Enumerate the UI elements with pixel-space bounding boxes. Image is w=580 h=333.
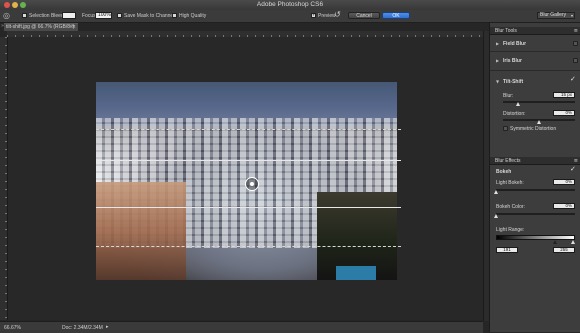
divider xyxy=(490,70,580,71)
cliff-left-region xyxy=(96,182,186,280)
light-range-max-knob[interactable] xyxy=(571,240,575,244)
blur-gallery-tool-icon[interactable]: ◎ xyxy=(3,11,10,20)
high-quality-label: High Quality xyxy=(179,13,207,19)
tilt-shift-focus-line-bottom[interactable] xyxy=(96,207,401,208)
tilt-shift-label: Tilt-Shift xyxy=(503,79,524,85)
light-range-min-field[interactable]: 191 xyxy=(496,247,518,253)
selection-bleed-checkbox[interactable] xyxy=(22,13,27,18)
bokeh-label: Bokeh xyxy=(496,169,512,175)
status-arrow-icon[interactable]: ▸ xyxy=(106,324,109,330)
tilt-shift-checkmark-icon[interactable]: ✓ xyxy=(570,75,576,83)
bokeh-color-label: Bokeh Color: xyxy=(496,204,525,210)
light-bokeh-slider-knob[interactable] xyxy=(493,190,498,194)
save-mask-checkbox[interactable] xyxy=(117,13,122,18)
iris-blur-row[interactable]: ▶ Iris Blur xyxy=(490,54,580,66)
expand-triangle-icon[interactable]: ▶ xyxy=(496,58,499,63)
tilt-shift-feather-line-top[interactable] xyxy=(96,129,401,130)
selection-bleed-field[interactable] xyxy=(62,12,76,19)
light-bokeh-slider[interactable] xyxy=(496,189,575,191)
save-mask-label: Save Mask to Channels xyxy=(124,13,177,19)
distortion-slider-knob[interactable] xyxy=(536,120,541,124)
app-title: Adobe Photoshop CS6 xyxy=(256,1,324,8)
workspace-select[interactable]: Blur Gallery ▾ xyxy=(537,12,575,19)
field-blur-row[interactable]: ▶ Field Blur xyxy=(490,37,580,49)
light-bokeh-label: Light Bokeh: xyxy=(496,180,524,186)
light-range-min-knob[interactable] xyxy=(553,240,557,244)
tilt-shift-section: ▼ Tilt-Shift ✓ Blur: 15 px Distortion: 0… xyxy=(490,73,580,133)
focus-field[interactable]: 100% xyxy=(95,12,112,19)
expand-triangle-icon[interactable]: ▶ xyxy=(496,41,499,46)
bokeh-color-slider[interactable] xyxy=(496,213,575,215)
distortion-field[interactable]: 0% xyxy=(553,110,575,116)
options-bar: ◎ Selection Bleed: Focus: 100% Save Mask… xyxy=(0,10,580,23)
status-bar: 66.67% Doc: 2.34M/2.34M ▸ xyxy=(0,321,483,333)
document-tab-label: tilt-shift.jpg @ 66.7% (RGB/8#) xyxy=(6,24,75,30)
high-quality-checkbox[interactable] xyxy=(172,13,177,18)
bokeh-checkmark-icon[interactable]: ✓ xyxy=(570,165,576,173)
workspace-select-value: Blur Gallery xyxy=(540,12,567,18)
cancel-button[interactable]: Cancel xyxy=(348,12,380,19)
light-range-gradient[interactable] xyxy=(496,235,575,240)
field-blur-label: Field Blur xyxy=(503,41,527,47)
preview-checkbox[interactable] xyxy=(311,12,316,18)
blur-effects-header: Blur Effects ≡ xyxy=(490,157,580,165)
bokeh-color-slider-knob[interactable] xyxy=(493,214,498,218)
close-tab-icon[interactable]: × xyxy=(72,24,76,31)
vertical-ruler xyxy=(0,37,8,320)
tilt-shift-focus-line-top[interactable] xyxy=(96,160,401,161)
light-range-label: Light Range: xyxy=(496,227,525,233)
blur-amount-slider-knob[interactable] xyxy=(516,102,521,106)
blur-amount-label: Blur: xyxy=(503,93,514,99)
chevron-down-icon: ▾ xyxy=(570,13,573,18)
symmetric-distortion-checkbox[interactable] xyxy=(503,126,508,131)
blur-pin-handle[interactable] xyxy=(245,177,259,191)
blur-tools-header-label: Blur Tools xyxy=(495,28,517,34)
bokeh-color-field[interactable]: 0% xyxy=(553,203,575,209)
iris-blur-checkbox[interactable] xyxy=(573,58,578,63)
pool-region xyxy=(336,266,376,280)
light-range-max-field[interactable]: 255 xyxy=(553,247,575,253)
doc-size-info[interactable]: Doc: 2.34M/2.34M xyxy=(62,325,103,331)
distortion-label: Distortion: xyxy=(503,111,526,117)
document-tab[interactable]: tilt-shift.jpg @ 66.7% (RGB/8#) × xyxy=(4,23,78,31)
panel-menu-icon[interactable]: ≡ xyxy=(574,27,578,35)
reset-pins-icon[interactable]: ↺ xyxy=(334,10,341,19)
light-bokeh-field[interactable]: 0% xyxy=(553,179,575,185)
blur-amount-field[interactable]: 15 px xyxy=(553,92,575,98)
blur-panel: Blur Tools ≡ ▶ Field Blur ▶ Iris Blur ▼ … xyxy=(489,23,580,332)
panel-menu-icon[interactable]: ≡ xyxy=(574,157,578,165)
symmetric-distortion-label: Symmetric Distortion xyxy=(510,126,557,132)
selection-bleed-label: Selection Bleed: xyxy=(29,13,66,19)
collapse-triangle-icon[interactable]: ▼ xyxy=(496,79,499,84)
blur-amount-slider[interactable] xyxy=(503,101,575,103)
iris-blur-label: Iris Blur xyxy=(503,58,522,64)
divider xyxy=(490,51,580,52)
blur-tools-header: Blur Tools ≡ xyxy=(490,27,580,35)
blur-effects-header-label: Blur Effects xyxy=(495,158,521,164)
zoom-level[interactable]: 66.67% xyxy=(4,325,21,331)
bokeh-section: Bokeh ✓ Light Bokeh: 0% Bokeh Color: 0% … xyxy=(490,165,580,267)
ok-button[interactable]: OK xyxy=(382,12,410,19)
tilt-shift-feather-line-bottom[interactable] xyxy=(96,246,401,247)
field-blur-checkbox[interactable] xyxy=(573,41,578,46)
